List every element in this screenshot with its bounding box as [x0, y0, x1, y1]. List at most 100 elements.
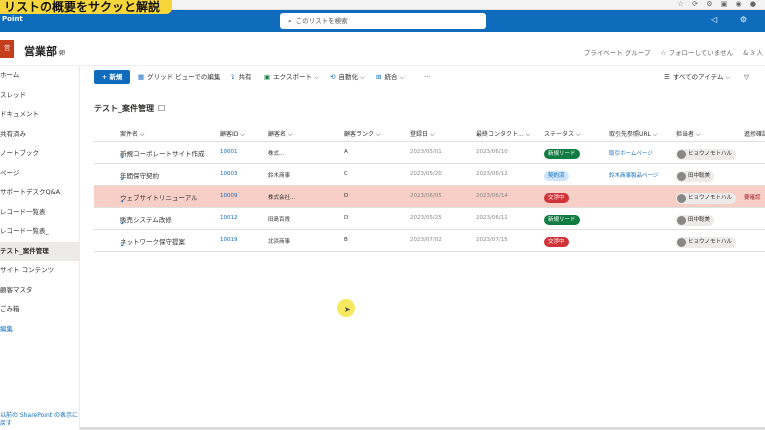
- cell-customer-id[interactable]: 10019: [220, 237, 238, 243]
- nav-notebook[interactable]: ノートブック: [0, 144, 79, 164]
- nav-support-qa[interactable]: サポートデスクQ&A: [0, 183, 79, 203]
- mouse-cursor-highlight: ➤: [337, 299, 355, 317]
- table-row[interactable]: ✦ 新規コーポレートサイト作成 10001 株式... A 2023/05/01 2023/…: [94, 142, 765, 164]
- nav-record-list[interactable]: レコード一覧表: [0, 203, 79, 223]
- share-button[interactable]: ⇪ 共有: [230, 70, 251, 84]
- nav-site-contents[interactable]: サイト コンテンツ: [0, 261, 79, 281]
- nav-edit[interactable]: 編集: [0, 320, 79, 340]
- col-url[interactable]: 取引先参照URL ⌵: [609, 129, 657, 139]
- cell-title[interactable]: ✦ 新規コーポレートサイト作成: [120, 148, 205, 161]
- nav-record-list-2[interactable]: レコード一覧表_: [0, 222, 79, 242]
- cell-customer-id[interactable]: 10009: [220, 193, 238, 199]
- new-item-icon: ✦: [120, 199, 125, 205]
- favorite-icon[interactable]: ☐: [158, 104, 165, 113]
- grid-edit-button[interactable]: ▦ グリッド ビューでの編集: [138, 70, 220, 84]
- cell-customer-name: 株式会社...: [268, 195, 296, 201]
- nav-customer-master[interactable]: 顧客マスタ: [0, 281, 79, 301]
- owner-persona[interactable]: 田中聡美: [676, 171, 715, 182]
- list-title: テスト_案件管理 ☐: [94, 104, 166, 113]
- cell-title[interactable]: ✦ ネットワーク保守提案: [120, 236, 185, 249]
- col-status[interactable]: ステータス ⌵: [544, 129, 580, 139]
- site-title[interactable]: 営業部卵: [24, 43, 65, 59]
- cell-customer-rank: C: [344, 171, 348, 177]
- avatar: [677, 172, 686, 181]
- table-row[interactable]: ✦ ネットワーク保守提案 10019 北浜商事 B 2023/07/02 2023/07/1…: [94, 230, 765, 252]
- col-customer-rank[interactable]: 顧客ランク ⌵: [344, 129, 380, 139]
- cell-url-link[interactable]: 取引ホームページ: [609, 149, 653, 157]
- owner-persona[interactable]: ヒョウノモトハル: [676, 149, 737, 160]
- col-customer-name[interactable]: 顧客名 ⌵: [268, 129, 292, 139]
- filter-icon[interactable]: ▽: [744, 70, 749, 84]
- cell-last-contact: 2023/06/11: [476, 215, 508, 221]
- owner-persona[interactable]: ヒョウノモトハル: [676, 193, 737, 204]
- cell-customer-rank: D: [344, 193, 349, 199]
- cell-customer-rank: B: [344, 237, 348, 243]
- col-owner[interactable]: 担当者 ⌵: [676, 129, 700, 139]
- status-badge: 新規リード: [544, 215, 580, 225]
- browser-icons[interactable]: ☆ ⟳ ⚙ ▣ ◉ ●: [678, 0, 759, 8]
- view-selector[interactable]: ☰ すべてのアイテム ⌵: [664, 70, 730, 84]
- col-progress[interactable]: 進捗確認: [744, 129, 765, 138]
- suite-icons[interactable]: ◁ ⚙: [711, 15, 757, 24]
- cell-last-contact: 2023/07/15: [476, 237, 508, 243]
- cell-customer-name: 株式...: [268, 151, 285, 157]
- cell-customer-id[interactable]: 10003: [220, 171, 238, 177]
- status-badge: 新規リード: [544, 149, 580, 159]
- automate-icon: ⟲: [330, 73, 336, 81]
- nav-recycle-bin[interactable]: ごみ箱: [0, 300, 79, 320]
- cell-title[interactable]: ✦ 年間保守契約: [120, 170, 159, 183]
- video-caption: リストの概要をサクッと解説: [0, 0, 173, 14]
- nav-test-project[interactable]: テスト_案件管理: [0, 241, 79, 261]
- site-logo[interactable]: 営: [0, 40, 14, 58]
- more-button[interactable]: ···: [424, 70, 430, 84]
- nav-pages[interactable]: ページ: [0, 164, 79, 184]
- cell-registered: 2023/05/01: [410, 149, 442, 155]
- integrate-button[interactable]: ⊞ 統合 ⌵: [376, 70, 404, 84]
- col-customer-id[interactable]: 顧客ID ⌵: [220, 129, 245, 139]
- automate-button[interactable]: ⟲ 自動化 ⌵: [330, 70, 365, 84]
- avatar: [677, 238, 686, 247]
- col-last-contact[interactable]: 最終コンタクト... ⌵: [476, 129, 530, 139]
- cursor-icon: ➤: [344, 305, 351, 314]
- nav-threads[interactable]: スレッド: [0, 86, 79, 106]
- status-badge: 交渉中: [544, 193, 569, 203]
- avatar: [677, 216, 686, 225]
- col-registered[interactable]: 登録日 ⌵: [410, 129, 434, 139]
- new-item-button[interactable]: + 新規: [94, 70, 130, 84]
- avatar: [677, 150, 686, 159]
- search-input[interactable]: ⌕ このリストを検索: [280, 13, 486, 29]
- nav-documents[interactable]: ドキュメント: [0, 105, 79, 125]
- nav-shared[interactable]: 共有済み: [0, 125, 79, 145]
- cell-registered: 2023/05/20: [410, 171, 442, 177]
- app-brand[interactable]: Point: [2, 15, 23, 23]
- cell-customer-rank: A: [344, 149, 348, 155]
- table-row[interactable]: ✦ 年間保守契約 10003 鈴木商事 C 2023/05/20 2023/06/12 契約済…: [94, 164, 765, 186]
- table-row[interactable]: ✦ 販売システム改修 10012 田島百貨 D 2023/05/25 2023/06/11 新…: [94, 208, 765, 230]
- cell-customer-id[interactable]: 10001: [220, 149, 238, 155]
- owner-persona[interactable]: ヒョウノモトハル: [676, 237, 737, 248]
- members-button[interactable]: & 3 人: [743, 49, 763, 57]
- nav-home[interactable]: ホーム: [0, 66, 79, 86]
- export-button[interactable]: ▣ エクスポート ⌵: [264, 70, 319, 84]
- table-row[interactable]: ✦ ウェブサイトリニューアル 10009 株式会社... D 2023/06/05 2023…: [94, 186, 765, 208]
- excel-icon: ▣: [264, 73, 271, 81]
- site-header: 営 営業部卵 プライベート グループ ☆ フォローしていません & 3 人: [0, 32, 765, 66]
- list-grid: 案件名 ⌵ 顧客ID ⌵ 顧客名 ⌵ 顧客ランク ⌵ 登録日 ⌵ 最終コンタクト…: [94, 126, 765, 252]
- cell-customer-id[interactable]: 10012: [220, 215, 238, 221]
- cell-last-contact: 2023/06/10: [476, 149, 508, 155]
- cell-url-link[interactable]: 鈴木商事製品ページ: [609, 171, 658, 179]
- classic-view-link[interactable]: 以前の SharePoint の表示に 戻す: [0, 412, 78, 428]
- follow-button[interactable]: ☆ フォローしていません: [661, 49, 734, 57]
- new-item-icon: ✦: [120, 177, 125, 183]
- col-title[interactable]: 案件名 ⌵: [120, 129, 144, 139]
- status-badge: 交渉中: [544, 237, 569, 247]
- cell-title[interactable]: ✦ 販売システム改修: [120, 214, 172, 227]
- owner-persona[interactable]: 田中聡美: [676, 215, 715, 226]
- cell-customer-rank: D: [344, 215, 349, 221]
- left-nav: ホーム スレッド ドキュメント 共有済み ノートブック ページ サポートデスクQ…: [0, 66, 80, 430]
- cell-registered: 2023/05/25: [410, 215, 442, 221]
- avatar: [677, 194, 686, 203]
- view-icon: ☰: [664, 73, 670, 81]
- cell-title[interactable]: ✦ ウェブサイトリニューアル: [120, 192, 198, 205]
- cell-customer-name: 鈴木商事: [268, 173, 291, 179]
